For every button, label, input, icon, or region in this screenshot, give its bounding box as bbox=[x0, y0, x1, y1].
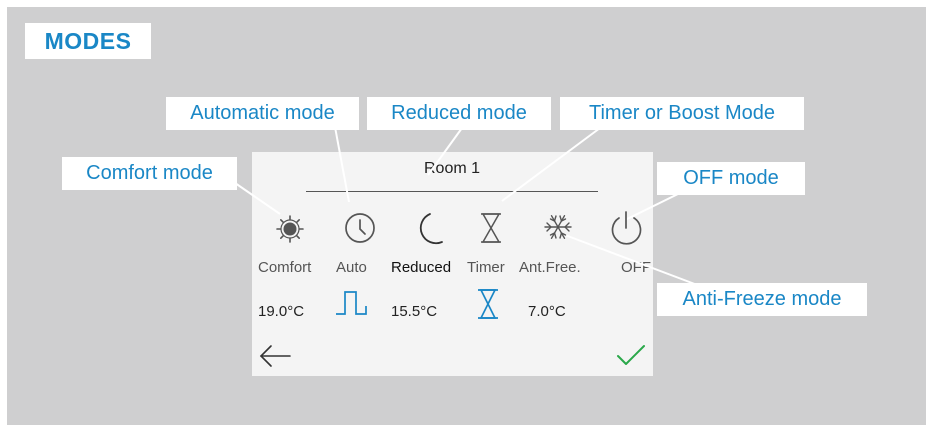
modes-diagram: MODES Room 1 Comfort Auto Reduced Timer … bbox=[0, 0, 926, 432]
callout-comfort-mode: Comfort mode bbox=[62, 157, 237, 190]
power-icon bbox=[611, 211, 642, 245]
callout-reduced-mode: Reduced mode bbox=[367, 97, 551, 130]
icons-and-connectors bbox=[221, 126, 701, 367]
timer-hourglass-icon[interactable] bbox=[478, 289, 498, 319]
callout-antifreeze-mode: Anti-Freeze mode bbox=[657, 283, 867, 316]
connector-off bbox=[624, 192, 681, 221]
callout-off-mode: OFF mode bbox=[657, 162, 805, 195]
callout-timer-boost-mode: Timer or Boost Mode bbox=[560, 97, 804, 130]
back-arrow-icon[interactable] bbox=[259, 345, 291, 367]
moon-icon bbox=[419, 213, 443, 245]
connector-reduced bbox=[427, 127, 463, 176]
callout-automatic-mode: Automatic mode bbox=[166, 97, 359, 130]
sun-icon bbox=[276, 215, 304, 243]
schedule-icon[interactable] bbox=[336, 291, 367, 315]
connector-automatic bbox=[334, 126, 350, 203]
checkmark-icon[interactable] bbox=[617, 345, 645, 365]
clock-icon bbox=[345, 213, 375, 243]
connector-lines bbox=[221, 126, 701, 287]
connector-timer bbox=[501, 127, 601, 202]
hourglass-icon bbox=[481, 213, 501, 243]
